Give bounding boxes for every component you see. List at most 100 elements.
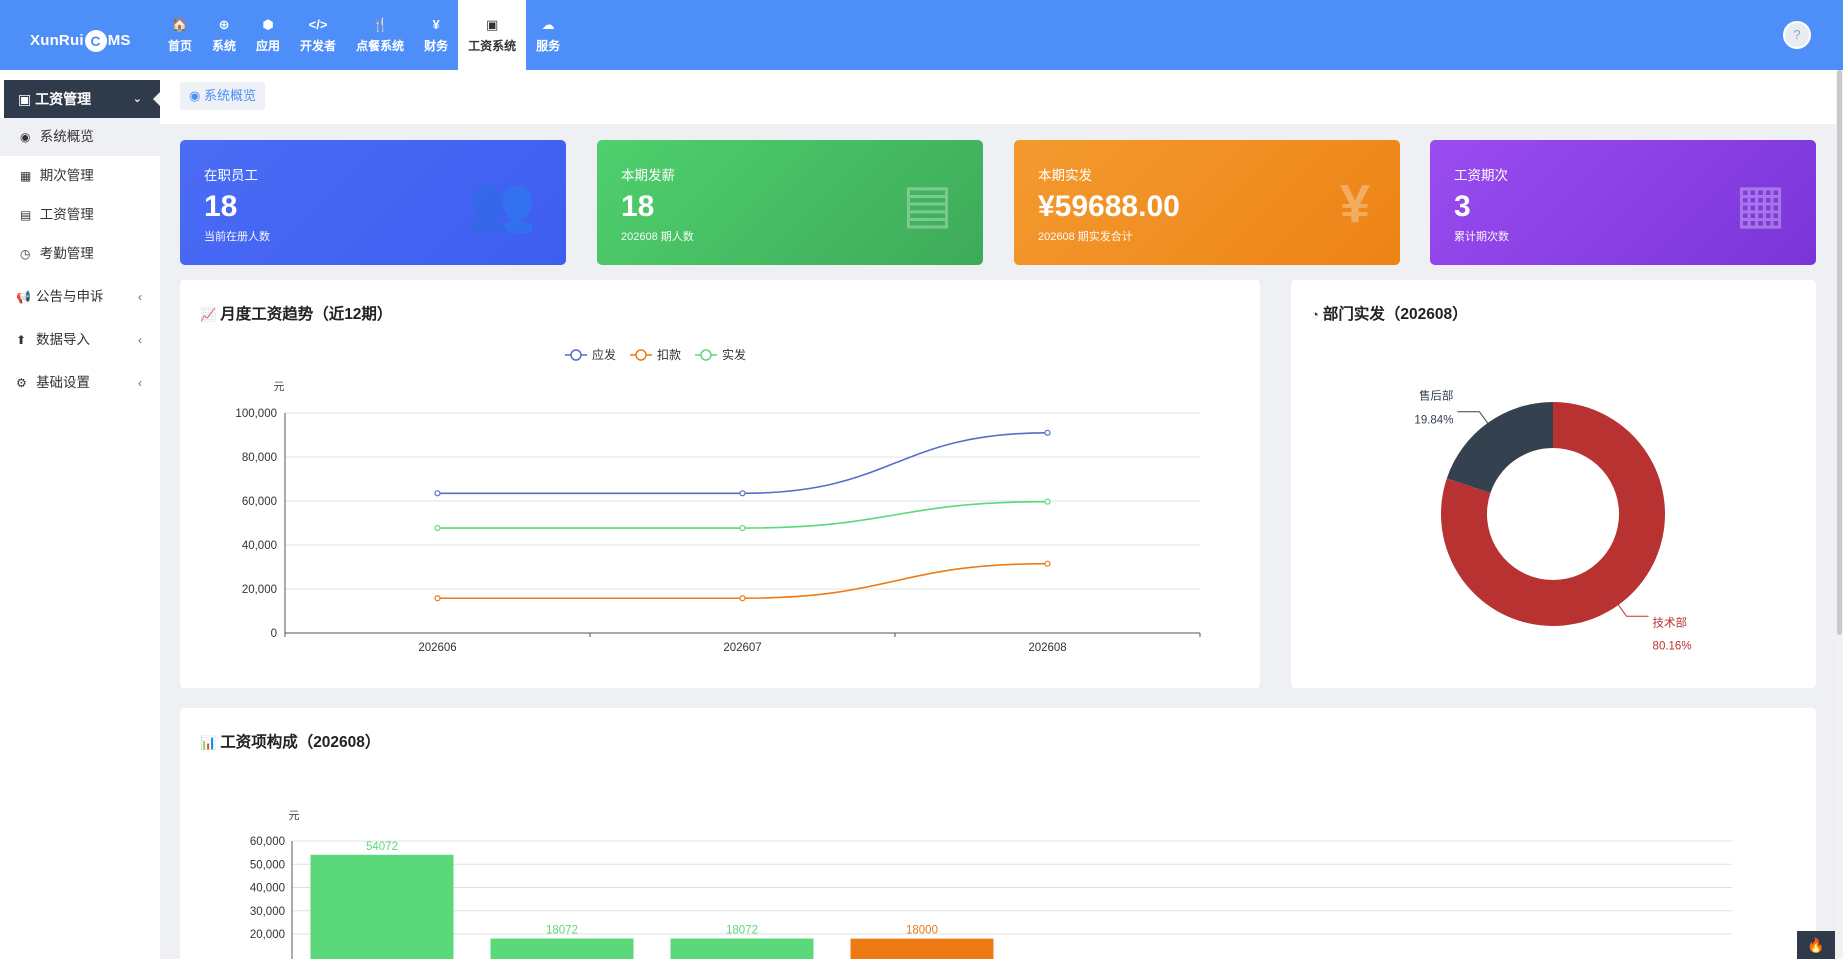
logo-drop-icon: C	[84, 30, 107, 52]
top-navbar: XunRui C MS 🏠 首页 ⊕ 系统 ⬢ 应用 </> 开发者 🍴 点餐系统 ¥ 财务 ▣…	[0, 0, 1843, 70]
clock-icon: ◷	[20, 247, 31, 261]
card-label: 在职员工	[204, 168, 258, 183]
card-paid-count: 本期发薪 18 202608 期人数 ▤	[597, 140, 983, 265]
sidebar-item-salary[interactable]: ▤ 工资管理	[0, 196, 160, 234]
breadcrumb-bar	[160, 70, 1836, 124]
y-tick-label: 80,000	[242, 452, 277, 464]
pie-slice	[1446, 402, 1553, 493]
sidebar-group-label: 数据导入	[36, 332, 90, 347]
panel-trend: 📈 月度工资趋势（近12期） 元 0 20,000 40,000 60,000 80,000…	[180, 280, 1260, 688]
legend-marker	[570, 349, 582, 361]
sidebar-item-label: 系统概览	[39, 129, 94, 144]
breadcrumb-label: 系统概览	[203, 88, 256, 103]
logo-text-pre: XunRui	[30, 31, 84, 49]
series-line	[437, 562, 1048, 600]
sidebar-head-label: 工资管理	[35, 91, 92, 107]
card-sub: 当前在册人数	[204, 231, 270, 243]
data-point	[434, 524, 441, 532]
data-point	[1044, 429, 1051, 436]
user-avatar[interactable]: ?	[1783, 21, 1811, 49]
items-bar-chart: 元 20,000 30,000 40,000 50,000 60,000 54072 1807…	[250, 810, 1732, 959]
card-value: 18	[621, 190, 655, 223]
sidebar-group-settings[interactable]: ⚙ 基础设置 ‹	[0, 363, 160, 403]
nav-item-home[interactable]: 🏠 首页	[158, 0, 202, 70]
y-tick-label: 100,000	[235, 408, 277, 420]
nav-item-apps[interactable]: ⬢ 应用	[246, 0, 290, 70]
code-icon: </>	[308, 17, 328, 32]
panel-items: 📊 工资项构成（202608） 元 20,000 30,000 40,000 50,000…	[180, 708, 1816, 959]
sidebar-item-label: 期次管理	[39, 168, 94, 183]
data-point	[739, 524, 746, 532]
card-value: 3	[1454, 190, 1471, 223]
legend-label: 实发	[722, 347, 746, 362]
bar	[670, 938, 814, 959]
globe-icon: ⊕	[218, 17, 230, 32]
money-icon: ▣	[18, 91, 36, 107]
card-employees: 在职员工 18 当前在册人数 👥	[180, 140, 566, 265]
dashboard-icon: ◉	[20, 130, 31, 144]
calendar-icon: ▦	[1734, 174, 1786, 234]
x-tick-label: 202606	[418, 642, 456, 654]
home-icon: 🏠	[171, 17, 189, 32]
dashboard-icon: ◉	[189, 88, 204, 103]
legend-label: 应发	[592, 347, 616, 362]
y-tick-label: 20,000	[250, 929, 285, 941]
nav-label: 点餐系统	[356, 39, 405, 53]
trend-chart: 元 0 20,000 40,000 60,000 80,000 100,000 202606 2…	[235, 347, 1201, 654]
card-net-pay: 本期实发 ¥59688.00 202608 期实发合计 ¥	[1014, 140, 1400, 265]
panel-dept: ◔ 部门实发（202608） 技术部 80.16% 售后部 19.84%	[1291, 280, 1816, 688]
cutlery-icon: 🍴	[371, 17, 389, 32]
y-axis-unit: 元	[289, 810, 300, 822]
bar	[850, 938, 994, 959]
nav-label: 应用	[256, 39, 281, 53]
chevron-left-icon: ‹	[138, 290, 142, 304]
sidebar-item-overview[interactable]: ◉ 系统概览	[0, 118, 160, 156]
card-sub: 202608 期人数	[621, 231, 694, 243]
brand-logo[interactable]: XunRui C MS	[30, 30, 131, 52]
page-scrollbar[interactable]	[1836, 70, 1843, 959]
y-tick-label: 60,000	[242, 496, 277, 508]
nav-label: 服务	[536, 39, 561, 53]
nav-item-ordering[interactable]: 🍴 点餐系统	[346, 0, 414, 70]
chevron-down-icon: ⌄	[132, 93, 142, 105]
sidebar-item-periods[interactable]: ▦ 期次管理	[0, 157, 160, 195]
sidebar-group-label: 公告与申诉	[36, 289, 104, 304]
money-icon: ▣	[485, 17, 499, 32]
pie-label-name: 技术部	[1653, 615, 1688, 629]
sidebar-group-label: 基础设置	[36, 375, 90, 390]
y-tick-label: 60,000	[250, 836, 285, 848]
y-tick-label: 20,000	[242, 584, 277, 596]
bar-value-label: 18072	[726, 924, 758, 936]
pie-label-line	[1617, 604, 1649, 617]
data-point	[1044, 498, 1051, 505]
sidebar-item-label: 工资管理	[39, 207, 94, 222]
flame-icon[interactable]: 🔥	[1797, 931, 1835, 959]
sidebar-group-notice[interactable]: 📢 公告与申诉 ‹	[0, 277, 160, 317]
bar	[310, 854, 454, 959]
nav-item-developer[interactable]: </> 开发者	[290, 0, 346, 70]
breadcrumb[interactable]: ◉ 系统概览	[180, 82, 265, 110]
x-tick-label: 202608	[1028, 642, 1066, 654]
nav-label: 首页	[168, 39, 193, 53]
scrollbar-thumb[interactable]	[1837, 70, 1842, 635]
data-point	[434, 490, 441, 497]
pie-label-line	[1457, 411, 1489, 424]
chevron-left-icon: ‹	[138, 333, 142, 347]
card-periods: 工资期次 3 累计期次数 ▦	[1430, 140, 1816, 265]
nav-item-payroll[interactable]: ▣ 工资系统	[458, 0, 527, 70]
nav-label: 系统	[212, 39, 237, 53]
pie-label-percent: 19.84%	[1414, 415, 1453, 427]
nav-item-service[interactable]: ☁ 服务	[526, 0, 570, 70]
nav-item-finance[interactable]: ¥ 财务	[414, 0, 458, 70]
sidebar-group-import[interactable]: ⬆ 数据导入 ‹	[0, 320, 160, 360]
sidebar-head-payroll[interactable]: ▣ 工资管理 ⌄	[4, 80, 161, 118]
pie-label-name: 售后部	[1419, 389, 1454, 403]
yen-icon: ¥	[1339, 174, 1370, 234]
data-point	[739, 490, 746, 497]
y-tick-label: 40,000	[242, 540, 277, 552]
calendar-icon: ▦	[20, 169, 32, 183]
upload-icon: ⬆	[16, 333, 27, 347]
sidebar-item-attendance[interactable]: ◷ 考勤管理	[0, 235, 160, 273]
gear-icon: ⚙	[16, 376, 27, 390]
nav-item-system[interactable]: ⊕ 系统	[202, 0, 246, 70]
